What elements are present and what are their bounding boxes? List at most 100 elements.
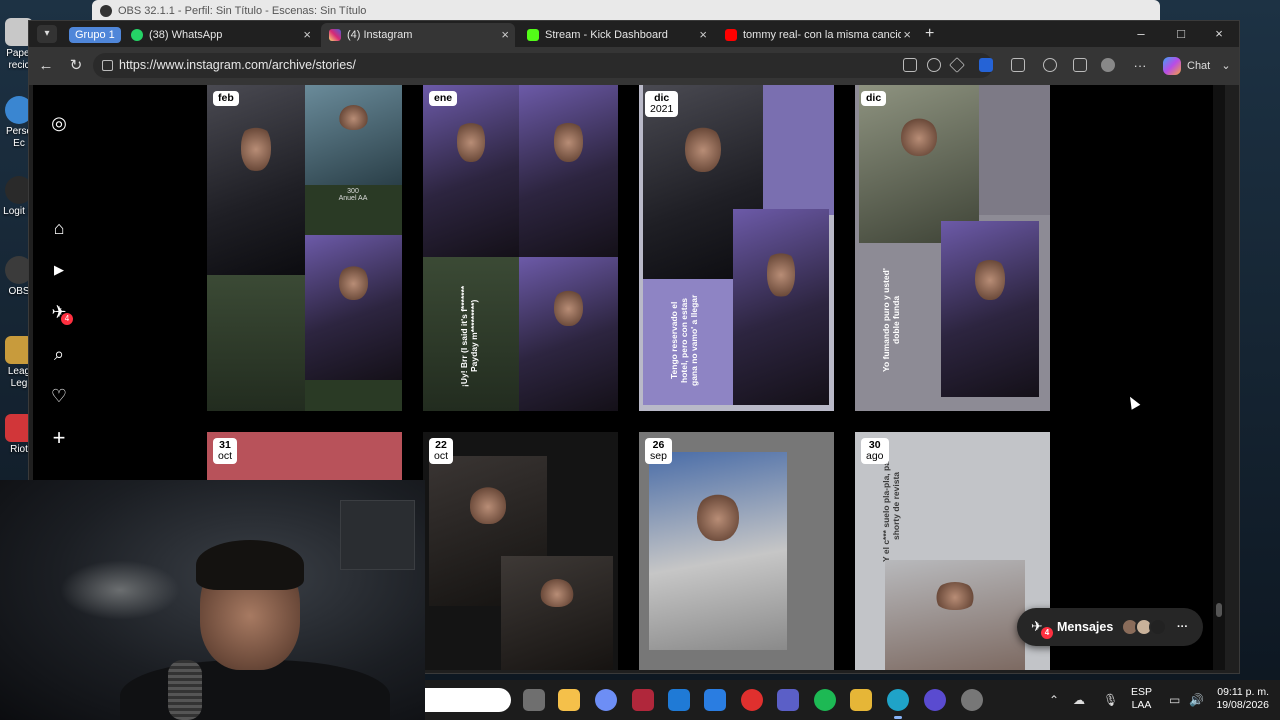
close-window-button[interactable]: × bbox=[1209, 25, 1229, 43]
story-lyrics: Tengo reservado el hotel, pero con estas… bbox=[669, 294, 699, 386]
story-photo bbox=[519, 257, 618, 411]
collections-icon[interactable] bbox=[1073, 58, 1087, 72]
story-photo bbox=[859, 85, 979, 243]
teams-icon[interactable] bbox=[777, 689, 799, 711]
refresh-icon[interactable]: ↻ bbox=[67, 57, 85, 75]
app-torch-icon[interactable] bbox=[741, 689, 763, 711]
story-date-badge: 31 oct bbox=[213, 438, 238, 464]
instagram-logo-icon[interactable]: ◎ bbox=[49, 113, 69, 133]
address-toolbar: ← ↻ https://www.instagram.com/archive/st… bbox=[29, 47, 1239, 85]
microphone-icon[interactable]: 🎙 bbox=[1103, 692, 1118, 708]
page-scrollbar[interactable] bbox=[1213, 85, 1225, 670]
store-icon[interactable] bbox=[704, 689, 726, 711]
story-photo bbox=[885, 560, 1025, 670]
messages-label: Mensajes bbox=[1057, 620, 1114, 634]
home-icon[interactable]: ⌂ bbox=[49, 218, 69, 238]
story-tile[interactable]: 22 oct bbox=[423, 432, 618, 670]
microphone bbox=[168, 660, 202, 720]
edge-icon[interactable] bbox=[887, 689, 909, 711]
messages-floating-button[interactable]: ✈ 4 Mensajes ··· bbox=[1017, 608, 1203, 646]
messages-badge: 4 bbox=[61, 313, 73, 325]
extensions-icon[interactable] bbox=[1011, 58, 1025, 72]
story-photo bbox=[941, 221, 1039, 397]
streamer-hair bbox=[196, 540, 304, 590]
more-icon: ··· bbox=[1177, 621, 1188, 633]
kick-icon bbox=[527, 29, 539, 41]
copilot-icon bbox=[1163, 57, 1181, 75]
site-info-icon[interactable] bbox=[102, 60, 113, 71]
zoom-icon[interactable] bbox=[927, 58, 941, 72]
extension-off-icon[interactable] bbox=[979, 58, 993, 72]
scrollbar-thumb[interactable] bbox=[1216, 603, 1222, 617]
story-photo bbox=[519, 85, 618, 257]
story-background bbox=[979, 85, 1050, 215]
url-text: https://www.instagram.com/archive/storie… bbox=[119, 58, 356, 72]
copilot-chat-button[interactable]: Chat bbox=[1163, 55, 1210, 77]
network-icon[interactable]: ▭ bbox=[1169, 692, 1180, 708]
avatar bbox=[1149, 618, 1167, 636]
outlook-icon[interactable] bbox=[668, 689, 690, 711]
chevron-down-icon[interactable]: ⌄ bbox=[1217, 57, 1235, 75]
language-indicator[interactable]: ESP LAA bbox=[1131, 686, 1152, 712]
volume-icon[interactable]: 🔊 bbox=[1189, 692, 1204, 708]
story-photo bbox=[649, 452, 787, 650]
task-view-icon[interactable] bbox=[523, 689, 545, 711]
taskbar-search-box[interactable] bbox=[425, 688, 511, 712]
new-tab-button[interactable]: + bbox=[925, 25, 934, 43]
story-tile[interactable]: Tengo reservado el hotel, pero con estas… bbox=[639, 85, 834, 411]
story-photo bbox=[423, 85, 519, 257]
maximize-button[interactable]: □ bbox=[1171, 25, 1191, 43]
tab-group-chip[interactable]: Grupo 1 bbox=[69, 27, 121, 43]
story-background bbox=[207, 275, 305, 411]
minimize-button[interactable]: – bbox=[1131, 25, 1151, 43]
tab-whatsapp[interactable]: (38) WhatsApp × bbox=[123, 23, 317, 47]
close-icon[interactable]: × bbox=[901, 23, 911, 47]
reels-icon[interactable]: ▶ bbox=[49, 260, 69, 280]
close-icon[interactable]: × bbox=[501, 23, 509, 47]
file-explorer-icon[interactable] bbox=[558, 689, 580, 711]
apps-icon[interactable] bbox=[903, 58, 917, 72]
desktop: OBS 32.1.1 - Perfil: Sin Título - Escena… bbox=[0, 0, 1280, 720]
obs-icon bbox=[100, 5, 112, 17]
obs-window-titlebar[interactable]: OBS 32.1.1 - Perfil: Sin Título - Escena… bbox=[92, 0, 1160, 22]
spotify-icon[interactable] bbox=[814, 689, 836, 711]
story-tile[interactable]: 300 Anuel AA feb bbox=[207, 85, 402, 411]
heart-icon[interactable]: ♡ bbox=[49, 386, 69, 406]
back-arrow-icon[interactable]: ← bbox=[37, 57, 55, 75]
close-icon[interactable]: × bbox=[699, 23, 707, 47]
obs-icon[interactable] bbox=[924, 689, 946, 711]
story-tile[interactable]: ¡Uy! Brr (I said it's f******* Payday m*… bbox=[423, 85, 618, 411]
story-lyrics: ¡Uy! Brr (I said it's f******* Payday m*… bbox=[459, 285, 479, 387]
tab-actions-chevron-icon[interactable]: ▾ bbox=[37, 25, 57, 43]
search-icon[interactable]: ⌕ bbox=[49, 344, 69, 364]
story-tile[interactable]: 26 sep bbox=[639, 432, 834, 670]
settings-icon[interactable] bbox=[961, 689, 983, 711]
instagram-icon bbox=[329, 29, 341, 41]
whatsapp-icon bbox=[131, 29, 143, 41]
clock[interactable]: 09:11 p. m. 19/08/2026 bbox=[1209, 686, 1269, 712]
profile-avatar-icon[interactable] bbox=[1101, 58, 1115, 72]
more-options-icon[interactable]: ··· bbox=[1131, 57, 1149, 75]
app-red-icon[interactable] bbox=[632, 689, 654, 711]
tab-youtube[interactable]: tommy real- con la misma cancion × bbox=[717, 23, 917, 47]
story-lyrics: Yo fumando puro y usted' doble funda bbox=[881, 268, 901, 372]
story-photo bbox=[305, 235, 402, 380]
tray-expand-icon[interactable]: ⌃ bbox=[1049, 692, 1059, 708]
create-icon[interactable]: + bbox=[49, 427, 69, 449]
performance-icon[interactable] bbox=[1043, 58, 1057, 72]
story-date-badge: dic 2021 bbox=[645, 91, 679, 117]
close-icon[interactable]: × bbox=[303, 23, 311, 47]
address-bar[interactable]: https://www.instagram.com/archive/storie… bbox=[93, 53, 993, 78]
active-app-indicator bbox=[894, 716, 902, 719]
copilot-icon[interactable] bbox=[595, 689, 617, 711]
song-caption: 300 Anuel AA bbox=[338, 188, 368, 202]
story-date-badge: 26 sep bbox=[645, 438, 672, 464]
story-tile[interactable]: Yo fumando puro y usted' doble funda dic bbox=[855, 85, 1050, 411]
messages-badge: 4 bbox=[1041, 627, 1053, 639]
app-yellow-icon[interactable] bbox=[850, 689, 872, 711]
tab-kick-dashboard[interactable]: Stream - Kick Dashboard × bbox=[519, 23, 713, 47]
tab-instagram[interactable]: (4) Instagram × bbox=[321, 23, 515, 47]
taskbar: ⌃ ☁ 🎙 ESP LAA ▭ 🔊 09:11 p. m. 19/08/2026 bbox=[425, 680, 1280, 720]
album-cover bbox=[305, 85, 402, 185]
onedrive-icon[interactable]: ☁ bbox=[1073, 692, 1085, 708]
